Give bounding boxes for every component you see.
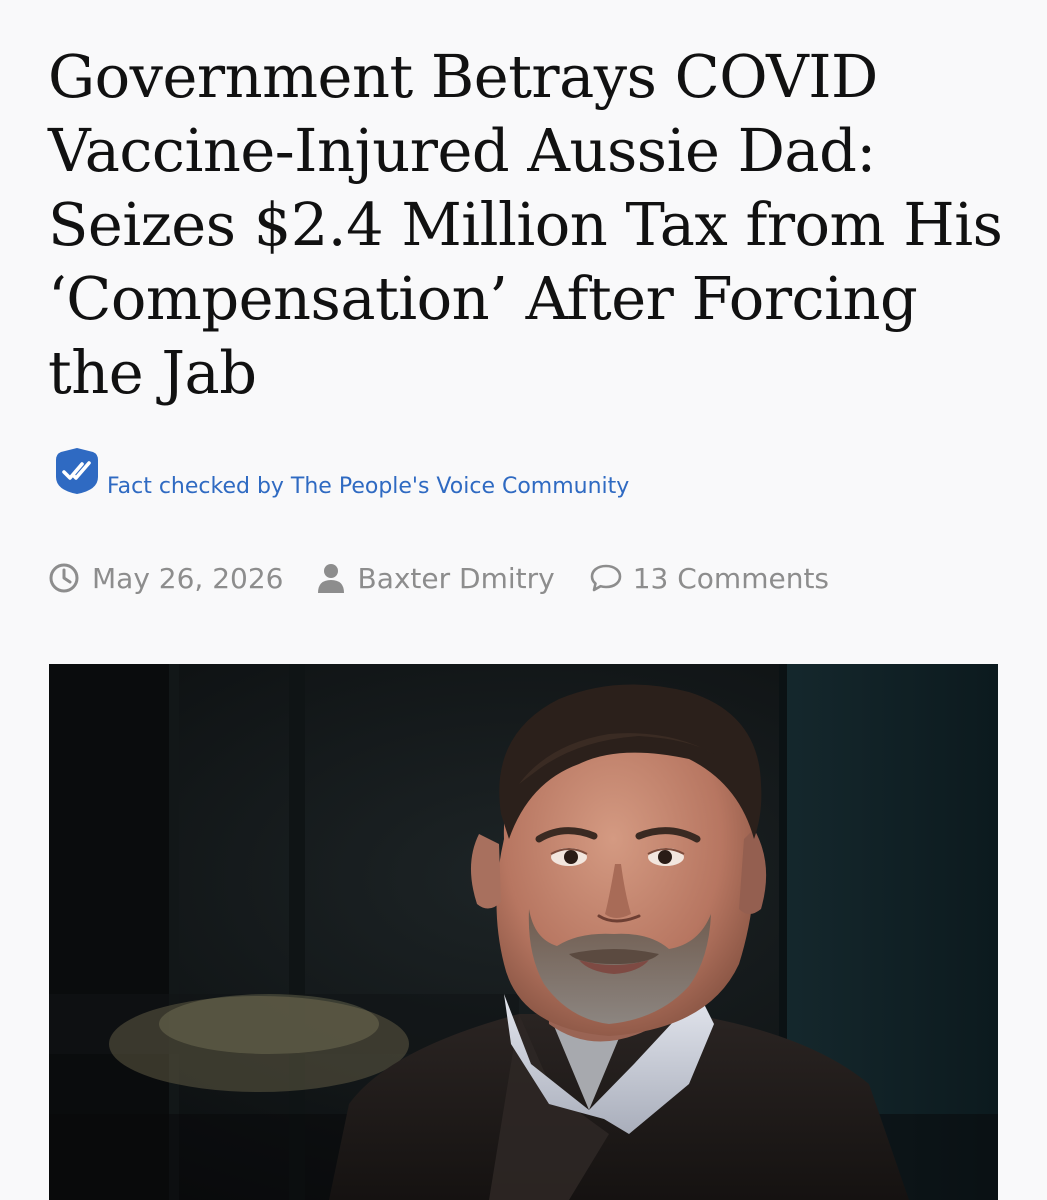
comments-count[interactable]: 13 Comments <box>633 562 829 595</box>
hero-image <box>49 664 998 1200</box>
meta-date: May 26, 2026 <box>48 562 283 595</box>
double-check-badge-icon <box>52 446 102 496</box>
meta-author[interactable]: Baxter Dmitry <box>317 562 555 595</box>
author-name[interactable]: Baxter Dmitry <box>357 562 554 595</box>
meta-comments[interactable]: 13 Comments <box>589 562 829 595</box>
user-icon <box>317 562 345 594</box>
article-meta: May 26, 2026 Baxter Dmitry 13 Comments <box>48 558 829 598</box>
comment-bubble-icon <box>589 563 623 593</box>
fact-check-row: Fact checked by The People's Voice Commu… <box>52 446 752 506</box>
post-date: May 26, 2026 <box>92 561 284 595</box>
article-headline: Government Betrays COVID Vaccine-Injured… <box>48 42 1003 407</box>
clock-icon <box>48 562 80 594</box>
fact-check-link[interactable]: Fact checked by The People's Voice Commu… <box>107 474 629 499</box>
